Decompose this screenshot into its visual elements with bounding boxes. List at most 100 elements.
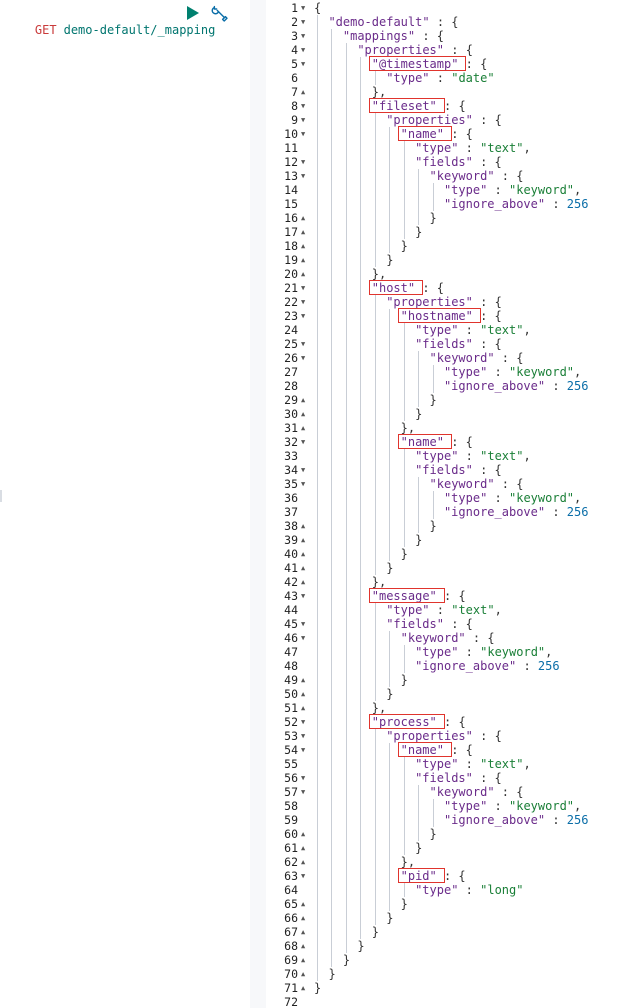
- fold-toggle-open-icon[interactable]: ▼: [301, 715, 307, 729]
- fold-toggle-close-icon[interactable]: ▲: [301, 939, 307, 953]
- request-settings-button[interactable]: [211, 5, 229, 23]
- code-line: }: [430, 211, 437, 225]
- code-line: "type" : "long": [415, 883, 523, 897]
- fold-toggle-open-icon[interactable]: ▼: [301, 743, 307, 757]
- fold-toggle-open-icon[interactable]: ▼: [301, 617, 307, 631]
- fold-toggle-open-icon[interactable]: ▼: [301, 295, 307, 309]
- json-punct: :: [545, 197, 567, 211]
- code-line: }: [430, 393, 437, 407]
- fold-toggle-open-icon[interactable]: ▼: [301, 127, 307, 141]
- fold-toggle-close-icon[interactable]: ▲: [301, 687, 307, 701]
- code-line: }: [343, 953, 350, 967]
- line-number: 26: [284, 351, 298, 365]
- fold-toggle-open-icon[interactable]: ▼: [301, 57, 307, 71]
- json-key: "host": [371, 281, 416, 295]
- line-number: 35: [284, 477, 298, 491]
- fold-toggle-close-icon[interactable]: ▲: [301, 841, 307, 855]
- pane-resize-handle[interactable]: [0, 490, 2, 502]
- json-punct: },: [371, 701, 387, 715]
- fold-toggle-close-icon[interactable]: ▲: [301, 897, 307, 911]
- json-punct: },: [400, 421, 416, 435]
- fold-toggle-open-icon[interactable]: ▼: [301, 155, 307, 169]
- fold-toggle-open-icon[interactable]: ▼: [301, 729, 307, 743]
- json-punct: }: [386, 687, 394, 701]
- fold-toggle-close-icon[interactable]: ▲: [301, 673, 307, 687]
- pane-divider[interactable]: [250, 0, 266, 1008]
- code-line: }: [386, 561, 393, 575]
- fold-toggle-close-icon[interactable]: ▲: [301, 393, 307, 407]
- fold-toggle-close-icon[interactable]: ▲: [301, 225, 307, 239]
- fold-toggle-close-icon[interactable]: ▲: [301, 925, 307, 939]
- fold-toggle-open-icon[interactable]: ▼: [301, 113, 307, 127]
- fold-toggle-close-icon[interactable]: ▲: [301, 953, 307, 967]
- code-line: "type" : "text",: [415, 757, 531, 771]
- line-number: 45: [284, 617, 298, 631]
- fold-toggle-close-icon[interactable]: ▲: [301, 981, 307, 995]
- fold-toggle-open-icon[interactable]: ▼: [301, 281, 307, 295]
- fold-toggle-open-icon[interactable]: ▼: [301, 463, 307, 477]
- response-pane[interactable]: 1 ▼ 2 ▼ 3 ▼ 4 ▼ 5 ▼ 6 7 ▲ 8 ▼ 9 ▼ 10 ▼ 11 12 ▼ 13 ▼ 14 15 16 ▲ 17 ▲ 18…: [266, 0, 624, 1008]
- fold-toggle-close-icon[interactable]: ▲: [301, 827, 307, 841]
- fold-toggle-close-icon[interactable]: ▲: [301, 855, 307, 869]
- line-number: 61: [284, 841, 298, 855]
- line-number: 63: [284, 869, 298, 883]
- line-number: 50: [284, 687, 298, 701]
- code-line: }: [314, 981, 321, 995]
- fold-toggle-close-icon[interactable]: ▲: [301, 547, 307, 561]
- fold-toggle-open-icon[interactable]: ▼: [301, 337, 307, 351]
- line-number: 32: [284, 435, 298, 449]
- fold-toggle-open-icon[interactable]: ▼: [301, 477, 307, 491]
- json-punct: }: [429, 211, 437, 225]
- fold-toggle-close-icon[interactable]: ▲: [301, 421, 307, 435]
- fold-toggle-open-icon[interactable]: ▼: [301, 29, 307, 43]
- fold-toggle-open-icon[interactable]: ▼: [301, 1, 307, 15]
- fold-toggle-close-icon[interactable]: ▲: [301, 575, 307, 589]
- indent-guide: [403, 757, 405, 855]
- fold-toggle-open-icon[interactable]: ▼: [301, 169, 307, 183]
- code-line: "fields" : {: [415, 463, 502, 477]
- response-json-code[interactable]: {"demo-default" : {"mappings" : {"proper…: [314, 0, 624, 1008]
- fold-toggle-close-icon[interactable]: ▲: [301, 519, 307, 533]
- fold-toggle-close-icon[interactable]: ▲: [301, 253, 307, 267]
- json-punct: : {: [436, 99, 466, 113]
- fold-toggle-open-icon[interactable]: ▼: [301, 43, 307, 57]
- json-punct: : {: [415, 281, 445, 295]
- json-punct: ,: [574, 365, 582, 379]
- fold-toggle-close-icon[interactable]: ▲: [301, 239, 307, 253]
- json-string: "keyword": [480, 645, 546, 659]
- json-key: "keyword": [400, 631, 466, 645]
- json-string: "keyword": [509, 799, 575, 813]
- fold-toggle-close-icon[interactable]: ▲: [301, 85, 307, 99]
- fold-toggle-close-icon[interactable]: ▲: [301, 561, 307, 575]
- fold-toggle-close-icon[interactable]: ▲: [301, 211, 307, 225]
- code-line: }: [415, 407, 422, 421]
- json-key: "type": [443, 799, 488, 813]
- run-request-button[interactable]: [186, 5, 200, 21]
- fold-toggle-open-icon[interactable]: ▼: [301, 869, 307, 883]
- fold-toggle-open-icon[interactable]: ▼: [301, 15, 307, 29]
- fold-toggle-close-icon[interactable]: ▲: [301, 911, 307, 925]
- fold-toggle-close-icon[interactable]: ▲: [301, 533, 307, 547]
- fold-toggle-open-icon[interactable]: ▼: [301, 351, 307, 365]
- fold-toggle-open-icon[interactable]: ▼: [301, 631, 307, 645]
- request-pane: GET demo-default/_mapping: [0, 0, 250, 1008]
- fold-toggle-open-icon[interactable]: ▼: [301, 435, 307, 449]
- indent-guide: [403, 883, 405, 897]
- line-number: 58: [284, 799, 298, 813]
- fold-toggle-close-icon[interactable]: ▲: [301, 267, 307, 281]
- line-number: 1: [291, 1, 298, 15]
- indent-guide: [389, 127, 391, 253]
- fold-toggle-close-icon[interactable]: ▲: [301, 701, 307, 715]
- json-punct: ,: [523, 757, 531, 771]
- fold-toggle-open-icon[interactable]: ▼: [301, 785, 307, 799]
- fold-toggle-open-icon[interactable]: ▼: [301, 309, 307, 323]
- fold-toggle-open-icon[interactable]: ▼: [301, 589, 307, 603]
- json-punct: : {: [436, 869, 466, 883]
- json-punct: : {: [429, 15, 459, 29]
- code-line: "ignore_above" : 256: [415, 659, 560, 673]
- fold-toggle-open-icon[interactable]: ▼: [301, 99, 307, 113]
- request-line[interactable]: GET demo-default/_mapping: [6, 3, 215, 37]
- fold-toggle-close-icon[interactable]: ▲: [301, 967, 307, 981]
- fold-toggle-open-icon[interactable]: ▼: [301, 771, 307, 785]
- fold-toggle-close-icon[interactable]: ▲: [301, 407, 307, 421]
